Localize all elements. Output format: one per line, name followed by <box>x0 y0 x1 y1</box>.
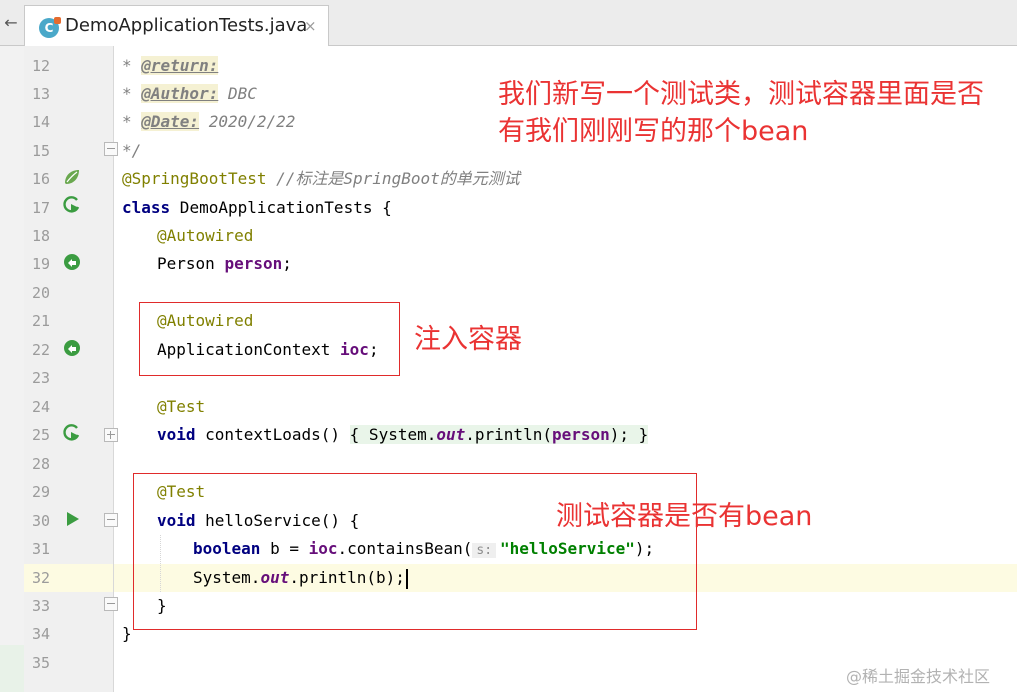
tool-strip-marker <box>0 645 24 692</box>
line-number: 23 <box>31 369 50 387</box>
back-arrow-icon[interactable]: ← <box>0 8 22 38</box>
line-number: 34 <box>31 625 50 643</box>
class-file-icon: C <box>39 17 61 38</box>
autowired-navigate-icon[interactable] <box>62 338 82 358</box>
line-number: 21 <box>31 312 50 330</box>
code-line-34: } <box>122 624 132 643</box>
fold-icon[interactable] <box>104 142 118 156</box>
note-inject-container: 注入容器 <box>414 324 522 355</box>
tab-demo-application-tests[interactable]: C DemoApplicationTests.java × <box>24 5 329 46</box>
note-top-line-2: 有我们刚刚写的那个bean <box>498 116 809 147</box>
note-test-bean: 测试容器是否有bean <box>556 501 813 532</box>
line-number: 12 <box>31 57 50 75</box>
note-top-line-1: 我们新写一个测试类，测试容器里面是否 <box>498 79 984 110</box>
watermark: @稀土掘金技术社区 <box>846 667 991 686</box>
run-test-icon[interactable] <box>62 195 82 215</box>
code-line-25: void contextLoads() { System.out.println… <box>157 425 649 444</box>
line-number: 19 <box>31 255 50 273</box>
close-tab-icon[interactable]: × <box>304 17 317 35</box>
line-number: 24 <box>31 398 50 416</box>
line-number: 15 <box>31 142 50 160</box>
code-line-13: * @Author: DBC <box>122 84 257 103</box>
line-number: 17 <box>31 199 50 217</box>
code-line-15: */ <box>122 141 142 160</box>
code-line-24: @Test <box>157 397 206 416</box>
line-number: 31 <box>31 540 50 558</box>
code-line-17: class DemoApplicationTests { <box>122 198 392 217</box>
line-number: 22 <box>31 341 50 359</box>
line-number: 32 <box>31 569 50 587</box>
left-tool-strip <box>0 46 25 692</box>
fold-icon[interactable] <box>104 513 118 527</box>
line-number: 16 <box>31 170 50 188</box>
line-number: 29 <box>31 483 50 501</box>
code-line-14: * @Date: 2020/2/22 <box>122 112 296 131</box>
tab-filename: DemoApplicationTests.java <box>65 15 308 36</box>
spring-bean-icon[interactable] <box>62 167 82 187</box>
inject-container-highlight-box <box>139 302 400 376</box>
fold-icon[interactable] <box>104 428 118 442</box>
run-arrow-icon[interactable] <box>62 509 82 529</box>
line-number: 28 <box>31 455 50 473</box>
code-line-19: Person person; <box>157 254 292 273</box>
code-line-12: * @return: <box>122 56 219 75</box>
code-line-16: @SpringBootTest //标注是SpringBoot的单元测试 <box>122 169 520 188</box>
run-test-icon[interactable] <box>62 423 82 443</box>
line-number: 14 <box>31 113 50 131</box>
autowired-navigate-icon[interactable] <box>62 252 82 272</box>
line-number: 30 <box>31 512 50 530</box>
bean-test-highlight-box <box>133 473 697 630</box>
line-number: 33 <box>31 597 50 615</box>
line-number: 25 <box>31 426 50 444</box>
editor-tab-bar: ← C DemoApplicationTests.java × <box>0 0 1017 46</box>
line-number: 13 <box>31 85 50 103</box>
line-number: 20 <box>31 284 50 302</box>
code-line-18: @Autowired <box>157 226 254 245</box>
line-number: 18 <box>31 227 50 245</box>
fold-icon[interactable] <box>104 597 118 611</box>
line-number: 35 <box>31 654 50 672</box>
